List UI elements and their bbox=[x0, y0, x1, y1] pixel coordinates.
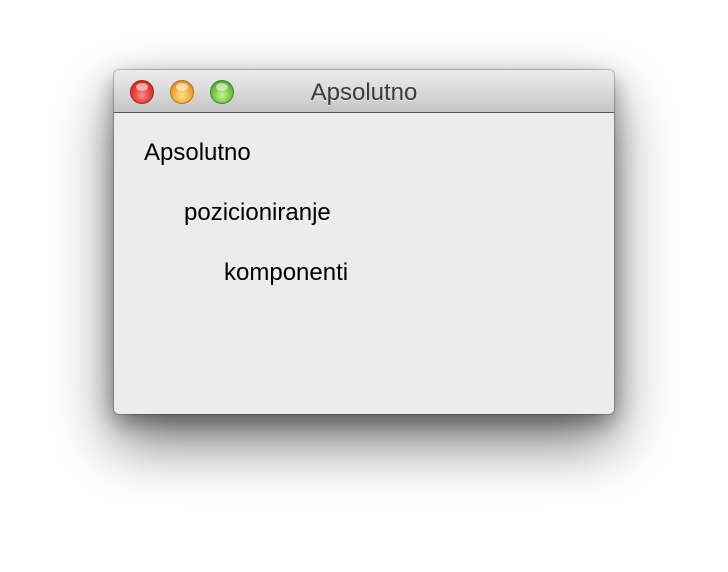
desktop: Apsolutno Apsolutno pozicioniranje kompo… bbox=[0, 0, 728, 572]
window-title: Apsolutno bbox=[310, 79, 418, 106]
label-pozicioniranje: pozicioniranje bbox=[184, 199, 331, 226]
label-apsolutno: Apsolutno bbox=[144, 139, 251, 166]
window-content: Apsolutno pozicioniranje komponenti bbox=[114, 113, 614, 414]
app-window: Apsolutno Apsolutno pozicioniranje kompo… bbox=[114, 70, 614, 414]
title-bar[interactable]: Apsolutno bbox=[114, 70, 614, 113]
label-komponenti: komponenti bbox=[224, 259, 349, 286]
